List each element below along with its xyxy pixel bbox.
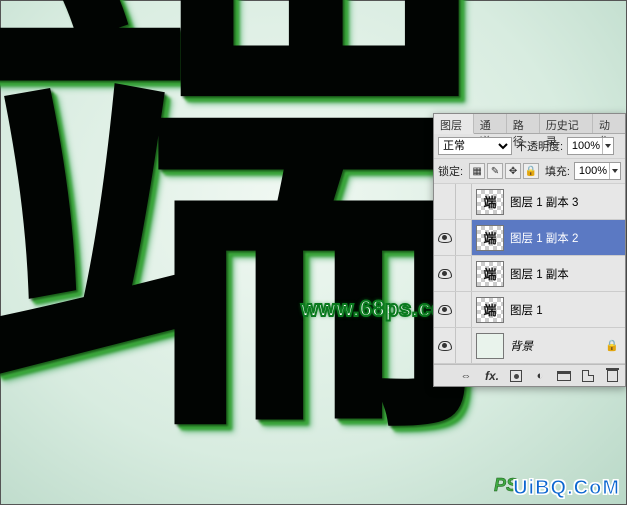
layer-thumbnail[interactable]: 端: [476, 225, 504, 251]
layer-name[interactable]: 图层 1 副本 2: [508, 230, 625, 246]
fx-icon: fx.: [485, 369, 499, 383]
text-effect-glyph: 端: [0, 0, 471, 461]
link-column: [456, 220, 472, 255]
layer-group-button[interactable]: [553, 367, 575, 385]
watermark-uibq: UiBQ.CoM: [513, 477, 620, 500]
blend-row: 正常 不透明度: 100%: [434, 134, 625, 159]
folder-icon: [557, 371, 571, 381]
new-layer-button[interactable]: [577, 367, 599, 385]
panel-footer: ⇔ fx. ◐: [434, 364, 625, 386]
lock-icon-group: ▦ ✎ ✥ 🔒: [469, 163, 539, 179]
chevron-down-icon[interactable]: [602, 138, 613, 154]
trash-icon: [607, 370, 618, 382]
chevron-down-icon[interactable]: [609, 163, 620, 179]
mask-icon: [510, 370, 522, 382]
visibility-toggle[interactable]: [434, 328, 456, 363]
eye-icon: [438, 233, 452, 243]
lock-position-icon[interactable]: ✥: [505, 163, 521, 179]
tab-layers[interactable]: 图层×: [434, 114, 474, 134]
link-column: [456, 328, 472, 363]
link-column: [456, 292, 472, 327]
opacity-label: 不透明度:: [516, 138, 563, 154]
lock-all-icon[interactable]: 🔒: [523, 163, 539, 179]
layer-row[interactable]: 端 图层 1 副本 2: [434, 220, 625, 256]
link-layers-button[interactable]: ⇔: [453, 367, 479, 385]
layer-list: 端 图层 1 副本 3 端 图层 1 副本 2 端 图层 1 副本 端 图层 1…: [434, 184, 625, 364]
layer-fx-button[interactable]: fx.: [481, 367, 503, 385]
tab-history[interactable]: 历史记录: [540, 114, 593, 133]
visibility-toggle[interactable]: [434, 256, 456, 291]
layer-row[interactable]: 端 图层 1 副本 3: [434, 184, 625, 220]
tab-actions[interactable]: 动作: [593, 114, 625, 133]
fill-value: 100%: [575, 165, 609, 177]
fill-input[interactable]: 100%: [574, 162, 621, 180]
tab-paths[interactable]: 路径: [507, 114, 540, 133]
opacity-input[interactable]: 100%: [567, 137, 614, 155]
visibility-toggle[interactable]: [434, 220, 456, 255]
layer-thumbnail[interactable]: 端: [476, 297, 504, 323]
layer-name[interactable]: 图层 1: [508, 302, 625, 318]
lock-transparent-icon[interactable]: ▦: [469, 163, 485, 179]
new-page-icon: [582, 370, 594, 382]
layer-thumbnail[interactable]: 端: [476, 261, 504, 287]
link-column: [456, 184, 472, 219]
opacity-value: 100%: [568, 140, 602, 152]
layer-name[interactable]: 图层 1 副本 3: [508, 194, 625, 210]
layer-name[interactable]: 背景: [508, 338, 605, 354]
layer-mask-button[interactable]: [505, 367, 527, 385]
fill-label: 填充:: [545, 163, 570, 179]
layers-panel: 图层× 通道 路径 历史记录 动作 正常 不透明度: 100% 锁定: ▦ ✎ …: [433, 113, 626, 387]
delete-layer-button[interactable]: [601, 367, 623, 385]
layer-row[interactable]: 端 图层 1: [434, 292, 625, 328]
tab-channels[interactable]: 通道: [474, 114, 507, 133]
visibility-toggle[interactable]: [434, 184, 456, 219]
layer-thumbnail[interactable]: [476, 333, 504, 359]
layer-row[interactable]: 背景 🔒: [434, 328, 625, 364]
tab-label: 图层: [440, 120, 462, 132]
layer-thumbnail[interactable]: 端: [476, 189, 504, 215]
eye-icon: [438, 305, 452, 315]
layer-row[interactable]: 端 图层 1 副本: [434, 256, 625, 292]
panel-tabs: 图层× 通道 路径 历史记录 动作: [434, 114, 625, 134]
link-column: [456, 256, 472, 291]
visibility-toggle[interactable]: [434, 292, 456, 327]
adjustment-layer-button[interactable]: ◐: [529, 367, 551, 385]
lock-icon: 🔒: [605, 339, 625, 352]
eye-icon: [438, 269, 452, 279]
eye-icon: [438, 341, 452, 351]
blend-mode-select[interactable]: 正常: [438, 137, 512, 155]
lock-row: 锁定: ▦ ✎ ✥ 🔒 填充: 100%: [434, 159, 625, 184]
lock-label: 锁定:: [438, 163, 463, 179]
layer-name[interactable]: 图层 1 副本: [508, 266, 625, 282]
lock-image-icon[interactable]: ✎: [487, 163, 503, 179]
